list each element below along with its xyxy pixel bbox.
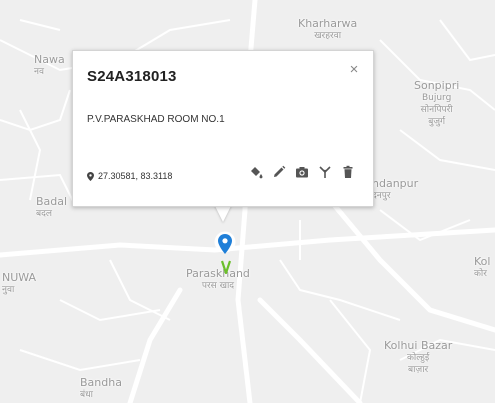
place-label-sonpipri: Sonpipri Bujurg सोनपिपरी बुजुर्ग <box>414 79 460 128</box>
camera-icon[interactable] <box>295 165 309 179</box>
paint-bucket-icon[interactable] <box>249 165 263 179</box>
map-marker-icon[interactable] <box>214 231 236 259</box>
pencil-icon[interactable] <box>272 165 286 179</box>
place-label-bandha: Bandha बंधा <box>80 376 122 401</box>
location-tick-icon <box>221 260 231 274</box>
trash-icon[interactable] <box>341 165 355 179</box>
place-label-nawa: Nawa नव <box>34 53 65 78</box>
coordinates-text: 27.30581, 83.3118 <box>98 171 173 181</box>
place-label-badal: Badal बदल <box>36 195 68 220</box>
close-icon[interactable]: × <box>345 61 363 79</box>
popup-title: S24A318013 <box>87 68 177 85</box>
location-pin-icon <box>87 171 94 181</box>
place-label-kolhui-bazar: Kolhui Bazar कोल्हुई बाज़ार <box>384 339 453 376</box>
popup-coordinates: 27.30581, 83.3118 <box>87 171 172 181</box>
popup-actions <box>249 165 355 179</box>
antenna-icon[interactable] <box>318 165 332 179</box>
place-label-kharharwa: Kharharwa खरहरवा <box>298 17 358 42</box>
popup-address: P.V.PARASKHAD ROOM NO.1 <box>87 114 225 125</box>
place-label-kol: Kol कोर <box>474 255 491 280</box>
place-label-ndanpur: ndanpur दनपुर <box>372 177 419 202</box>
place-label-nuwa: NUWA नुवा <box>2 271 37 296</box>
place-label-paraskhand: Paraskhand परस खाद <box>186 267 250 292</box>
info-popup: S24A318013 × P.V.PARASKHAD ROOM NO.1 27.… <box>72 50 374 207</box>
